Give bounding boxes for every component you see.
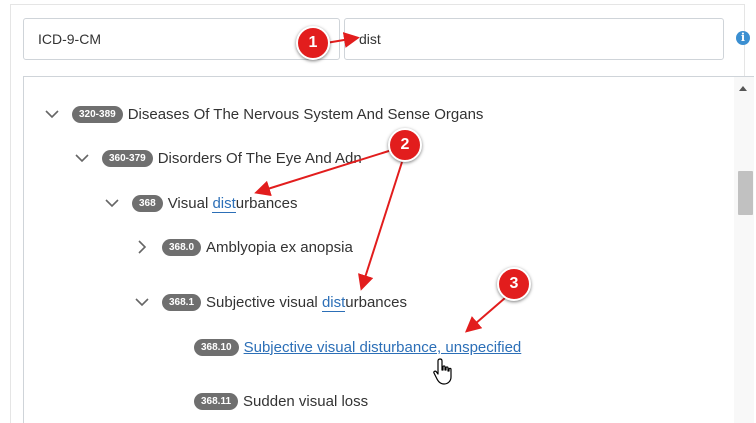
info-icon-glyph: i (740, 31, 746, 44)
code-badge: 368.10 (194, 338, 239, 356)
search-input[interactable]: dist (344, 18, 724, 60)
tree-panel (23, 76, 754, 423)
scrollbar[interactable] (734, 77, 754, 423)
search-highlight: dist (359, 338, 383, 356)
code-system-value: ICD-9-CM (38, 31, 101, 47)
code-link[interactable]: Subjective visual disturbance, unspecifi… (244, 339, 522, 356)
code-badge: 320-389 (72, 105, 123, 123)
tree-row-label: Visual disturbances (167, 194, 298, 213)
scroll-up-arrow-icon[interactable] (739, 86, 747, 91)
code-badge: 368.0 (162, 238, 202, 256)
tree-row-label: Subjective visual disturbances (206, 293, 407, 312)
tree-row-360-379[interactable]: 360-379 Disorders Of The Eye And Adn (74, 147, 362, 169)
callout-2: 2 (388, 128, 422, 162)
tree-row-368-10[interactable]: 368.10 Subjective visual disturbance, un… (194, 336, 521, 358)
code-badge: 360-379 (102, 149, 153, 167)
chevron-down-icon[interactable] (134, 294, 150, 310)
tree-row-label: Diseases Of The Nervous System And Sense… (127, 105, 484, 123)
code-badge: 368 (132, 194, 163, 212)
code-badge: 368.11 (194, 392, 239, 410)
label-text: Subjective visual (206, 293, 322, 311)
callout-3: 3 (497, 267, 531, 301)
search-highlight: dist (321, 293, 346, 312)
label-text: Subjective visual (243, 338, 360, 356)
label-text: Visual (167, 194, 213, 212)
tree-row-label: Amblyopia ex anopsia (206, 238, 353, 256)
scroll-thumb[interactable] (738, 171, 753, 215)
tree-row-label: Sudden visual loss (243, 392, 369, 410)
label-text: urbances (345, 293, 407, 311)
code-badge: 368.1 (162, 293, 202, 311)
chevron-right-icon[interactable] (134, 239, 150, 255)
tree-row-368-1[interactable]: 368.1 Subjective visual disturbances (134, 291, 407, 313)
tree-row-368-0[interactable]: 368.0 Amblyopia ex anopsia (134, 236, 353, 258)
code-system-select[interactable]: ICD-9-CM (23, 18, 340, 60)
chevron-down-icon[interactable] (44, 106, 60, 122)
callout-1: 1 (296, 26, 330, 60)
tree-row-368-11[interactable]: 368.11 Sudden visual loss (194, 390, 368, 412)
chevron-down-icon[interactable] (104, 195, 120, 211)
hand-cursor-icon (433, 358, 452, 385)
tree-row-368[interactable]: 368 Visual disturbances (104, 192, 298, 214)
chevron-down-icon[interactable] (74, 150, 90, 166)
tree-row-label: Disorders Of The Eye And Adn (157, 149, 362, 167)
tree-row-320-389[interactable]: 320-389 Diseases Of The Nervous System A… (44, 103, 483, 125)
search-value: dist (359, 31, 381, 47)
info-icon[interactable]: i (736, 31, 750, 45)
label-text: urbances (235, 194, 298, 212)
search-highlight: dist (212, 194, 236, 213)
label-text: urbance, unspecified (382, 338, 522, 356)
